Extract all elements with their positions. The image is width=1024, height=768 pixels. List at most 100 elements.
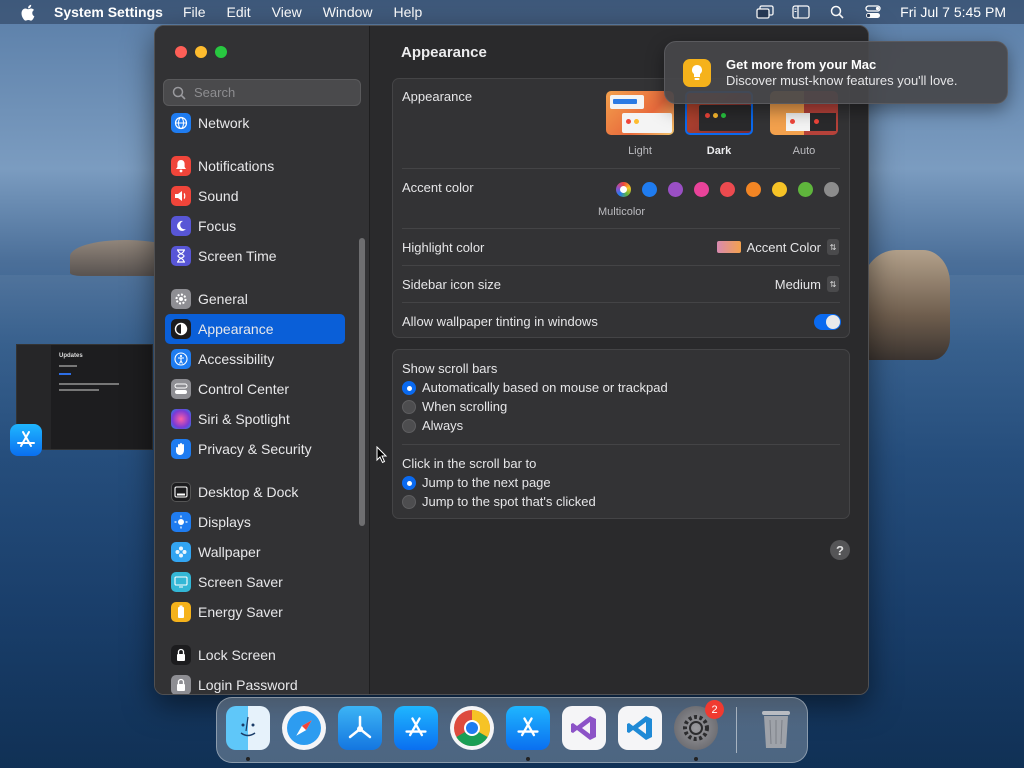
sidebar-item-label: Appearance	[198, 321, 274, 337]
menu-clock[interactable]: Fri Jul 7 5:45 PM	[900, 4, 1006, 20]
dock-system-settings[interactable]: 2	[674, 700, 724, 750]
accent-orange-swatch[interactable]	[746, 182, 761, 197]
sidebar-item-desktop-dock[interactable]: Desktop & Dock	[165, 477, 345, 507]
battery-icon	[171, 602, 191, 622]
background-window-line	[59, 373, 71, 375]
sidebar-item-label: Desktop & Dock	[198, 484, 299, 500]
search-input[interactable]: Search	[163, 79, 361, 106]
sidebar-toggle-icon[interactable]	[792, 5, 810, 19]
content-pane: Appearance Appearance Light Dark Auto Ac…	[371, 26, 868, 694]
sidebar-item-network[interactable]: Network	[165, 108, 345, 138]
menu-app-name[interactable]: System Settings	[54, 4, 163, 20]
accent-purple-swatch[interactable]	[668, 182, 683, 197]
accent-yellow-swatch[interactable]	[772, 182, 787, 197]
dock-separator	[736, 707, 737, 753]
bell-icon	[171, 156, 191, 176]
radio-selected-icon	[402, 380, 416, 395]
dock-safari[interactable]	[282, 706, 326, 750]
sidebar-item-label: General	[198, 291, 248, 307]
accent-blue-swatch[interactable]	[642, 182, 657, 197]
spotlight-search-icon[interactable]	[828, 5, 846, 19]
menu-file[interactable]: File	[183, 4, 206, 20]
sun-icon	[171, 512, 191, 532]
accent-graphite-swatch[interactable]	[824, 182, 839, 197]
app-store-icon[interactable]	[10, 424, 42, 456]
highlight-color-popup[interactable]: Accent Color ⇅	[716, 239, 839, 255]
close-button[interactable]	[175, 46, 187, 58]
app-store-icon	[517, 717, 539, 737]
notification-banner[interactable]: Get more from your Mac Discover must-kno…	[664, 41, 1008, 104]
sidebar-item-accessibility[interactable]: Accessibility	[165, 344, 345, 374]
sidebar-item-label: Privacy & Security	[198, 441, 312, 457]
sidebar-item-screen-time[interactable]: Screen Time	[165, 241, 345, 271]
sidebar-icon-size-popup[interactable]: Medium ⇅	[775, 276, 839, 292]
click-scroll-bar-label: Click in the scroll bar to	[402, 456, 537, 471]
notification-title: Get more from your Mac	[726, 57, 877, 72]
accent-red-swatch[interactable]	[720, 182, 735, 197]
dock-trash[interactable]	[754, 706, 798, 750]
scroll-bars-when-scrolling-radio[interactable]: When scrolling	[402, 399, 507, 414]
sidebar-item-appearance[interactable]: Appearance	[165, 314, 345, 344]
background-window-title: Updates	[59, 353, 83, 359]
sidebar-item-notifications[interactable]: Notifications	[165, 151, 345, 181]
sidebar-item-login-password[interactable]: Login Password	[165, 670, 345, 694]
accent-green-swatch[interactable]	[798, 182, 813, 197]
sidebar-item-label: Wallpaper	[198, 544, 261, 560]
click-jump-next-page-radio[interactable]: Jump to the next page	[402, 475, 551, 490]
minimize-button[interactable]	[195, 46, 207, 58]
sidebar-item-energy-saver[interactable]: Energy Saver	[165, 597, 345, 627]
sidebar-item-displays[interactable]: Displays	[165, 507, 345, 537]
sidebar-item-sound[interactable]: Sound	[165, 181, 345, 211]
sidebar-item-label: Sound	[198, 188, 239, 204]
highlight-color-swatch	[716, 241, 741, 253]
vscode-icon	[627, 716, 652, 740]
sidebar-item-screen-saver[interactable]: Screen Saver	[165, 567, 345, 597]
sidebar-item-siri-spotlight[interactable]: Siri & Spotlight	[165, 404, 345, 434]
help-button[interactable]: ?	[830, 540, 850, 560]
accent-multicolor-swatch[interactable]	[616, 182, 631, 197]
wallpaper-tinting-toggle[interactable]	[814, 314, 841, 330]
dock-running-indicator	[526, 757, 530, 761]
apple-menu-icon[interactable]	[18, 3, 36, 21]
scroll-bars-always-radio[interactable]: Always	[402, 418, 463, 433]
accessibility-icon	[171, 349, 191, 369]
radio-selected-icon	[402, 475, 416, 490]
sidebar-item-control-center[interactable]: Control Center	[165, 374, 345, 404]
screen-mirroring-icon[interactable]	[756, 5, 774, 19]
sidebar-item-label: Screen Saver	[198, 574, 283, 590]
dock-visual-studio[interactable]	[562, 706, 606, 750]
appearance-option-light[interactable]	[606, 91, 674, 135]
dock-app-store[interactable]	[394, 706, 438, 750]
scroll-bars-automatic-radio[interactable]: Automatically based on mouse or trackpad	[402, 380, 668, 395]
sidebar-item-label: Control Center	[198, 381, 290, 397]
accent-pink-swatch[interactable]	[694, 182, 709, 197]
sidebar-item-lock-screen[interactable]: Lock Screen	[165, 640, 345, 670]
menu-edit[interactable]: Edit	[227, 4, 251, 20]
siri-icon	[171, 409, 191, 429]
sidebar-item-wallpaper[interactable]: Wallpaper	[165, 537, 345, 567]
dock-vscode[interactable]	[618, 706, 662, 750]
menu-view[interactable]: View	[272, 4, 302, 20]
accent-color-label: Accent color	[402, 180, 474, 195]
sidebar-item-label: Login Password	[198, 677, 298, 693]
click-jump-spot-radio[interactable]: Jump to the spot that's clicked	[402, 494, 596, 509]
divider	[402, 302, 840, 303]
zoom-button[interactable]	[215, 46, 227, 58]
control-center-icon[interactable]	[864, 5, 882, 19]
highlight-color-label: Highlight color	[402, 240, 485, 255]
menu-help[interactable]: Help	[394, 4, 423, 20]
dock-finder[interactable]	[226, 706, 270, 750]
sidebar-item-label: Accessibility	[198, 351, 275, 367]
dock-instruments[interactable]	[338, 706, 382, 750]
sidebar-item-privacy-security[interactable]: Privacy & Security	[165, 434, 345, 464]
radio-unselected-icon	[402, 399, 416, 414]
dock-app-store-2[interactable]	[506, 706, 550, 750]
sidebar-scrollbar[interactable]	[359, 238, 365, 526]
sidebar-item-focus[interactable]: Focus	[165, 211, 345, 241]
menu-window[interactable]: Window	[323, 4, 373, 20]
radio-unselected-icon	[402, 418, 416, 433]
radio-label: Jump to the spot that's clicked	[422, 494, 596, 509]
window-controls	[175, 46, 227, 58]
sidebar-item-general[interactable]: General	[165, 284, 345, 314]
dock-chrome[interactable]	[450, 706, 494, 750]
